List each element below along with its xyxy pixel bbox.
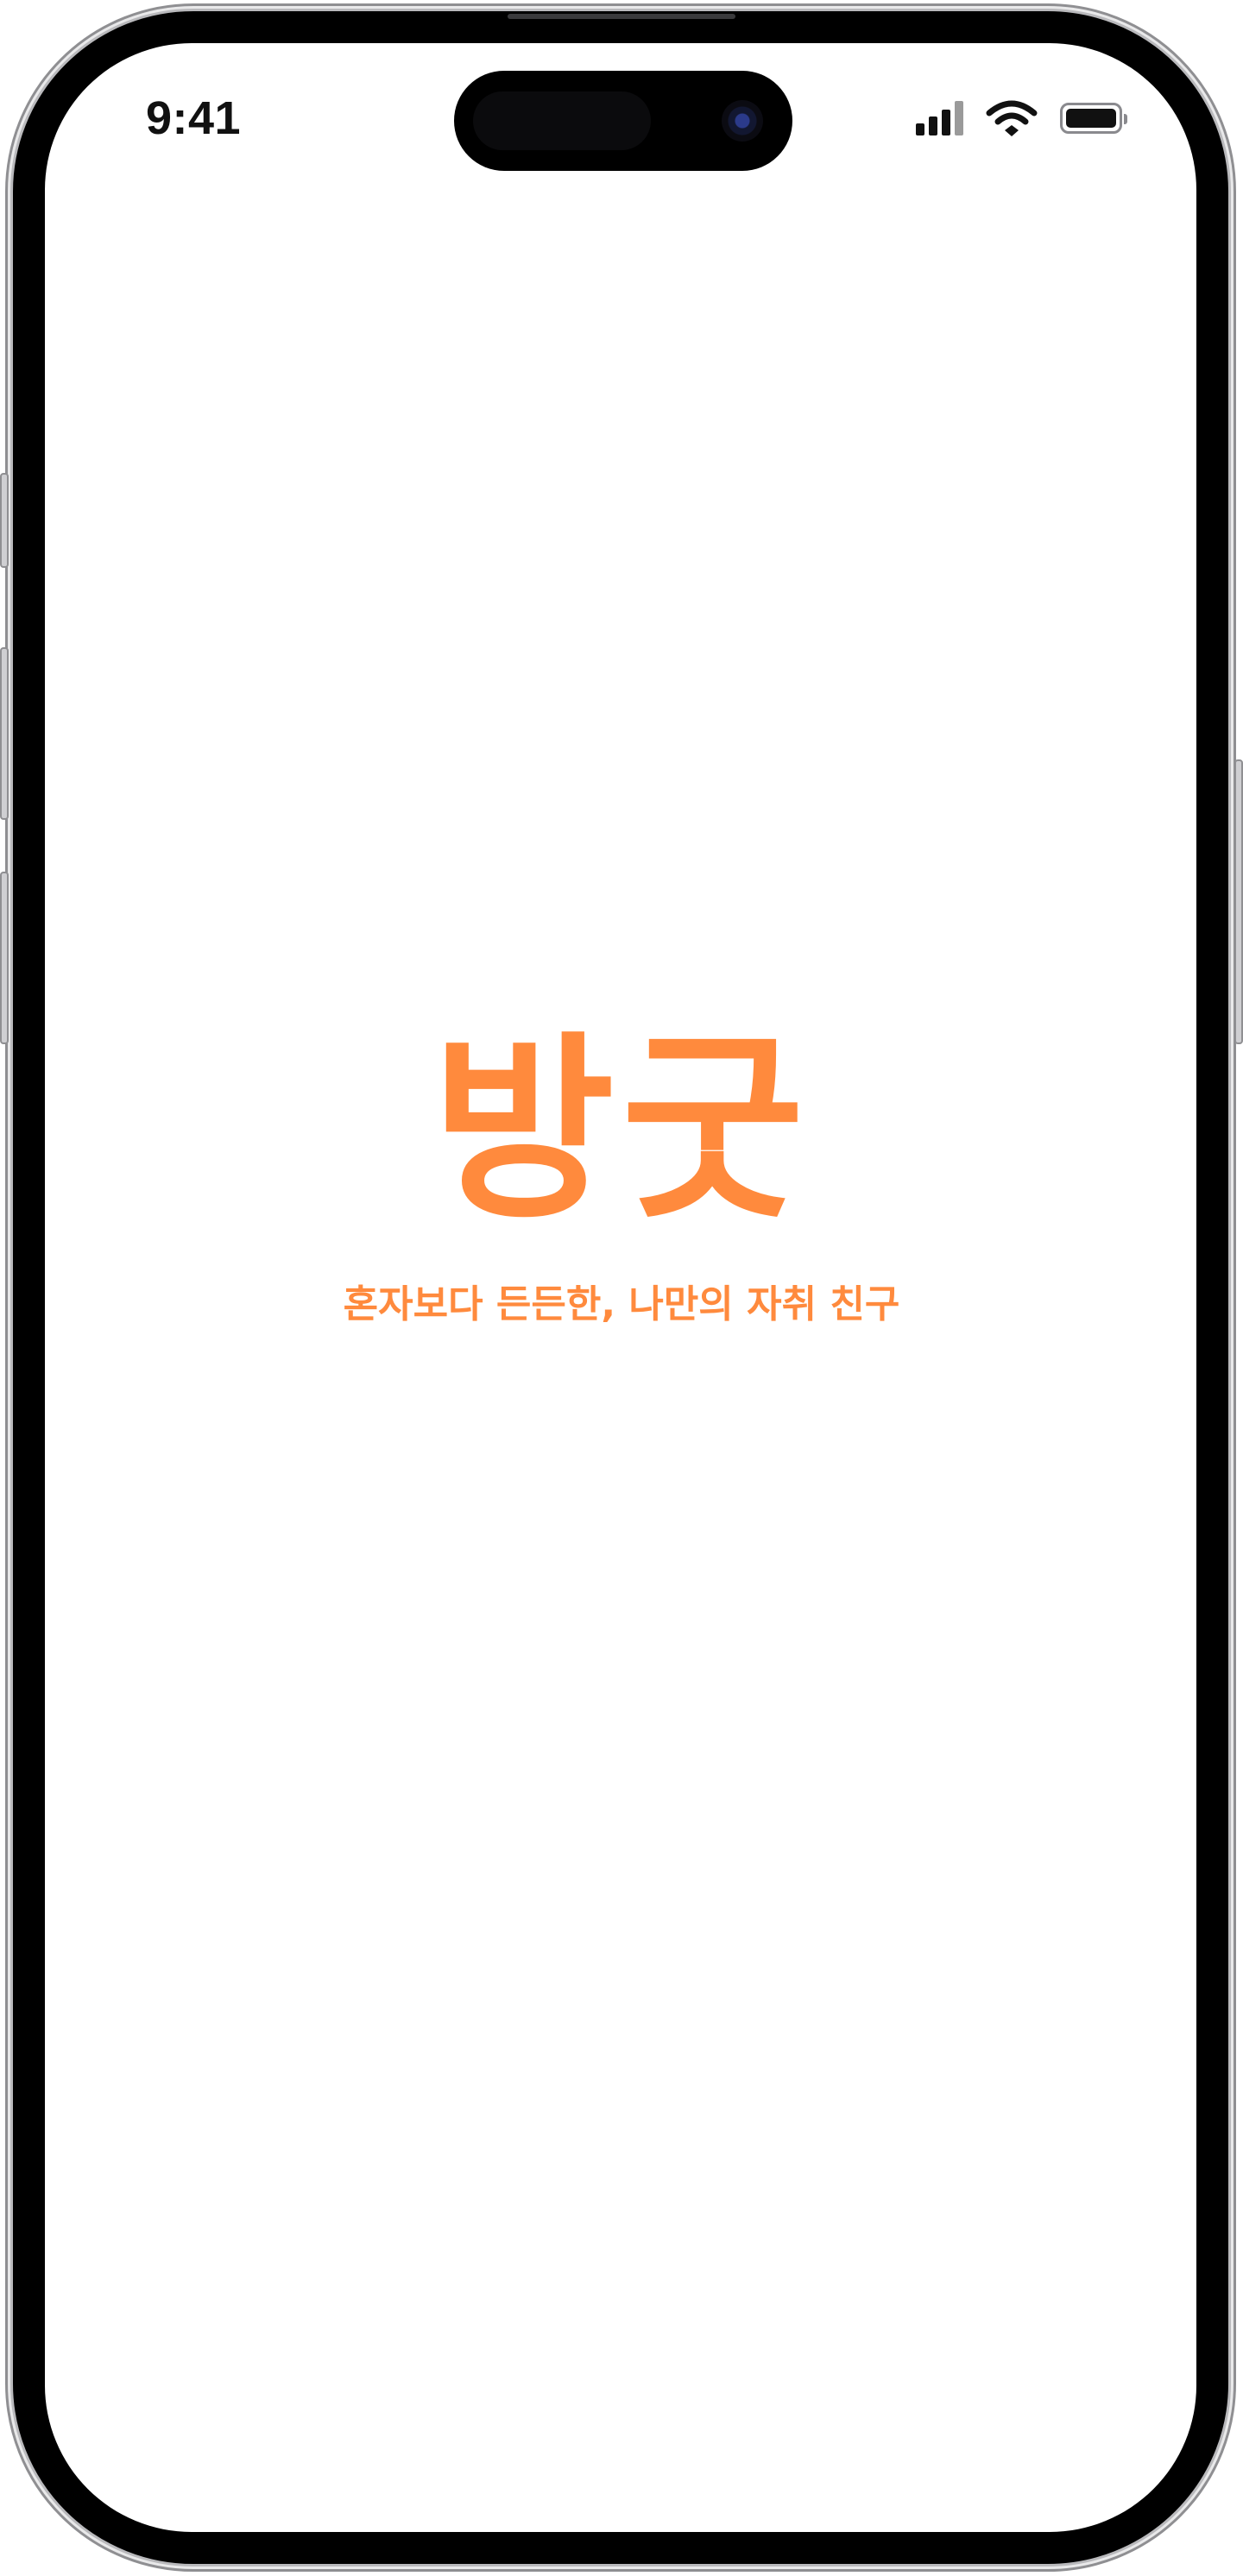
front-camera-icon [722,100,763,142]
dynamic-island [454,71,792,171]
volume-down-button [0,872,9,1044]
face-id-sensor [473,91,651,150]
speaker-grille [508,14,735,19]
battery-icon [1060,103,1127,134]
app-logo: 방굿 [432,1016,811,1246]
power-button [1234,759,1243,1044]
status-icons [916,97,1127,140]
status-time: 9:41 [145,92,242,144]
action-button [0,473,9,568]
wifi-icon [986,100,1038,136]
cellular-signal-icon [916,101,963,135]
device-mockup: 9:41 방굿 혼자보다 든든한, 나만의 자취 친구 [0,0,1243,2576]
app-tagline: 혼자보다 든든한, 나만의 자취 친구 [343,1282,900,1326]
volume-up-button [0,647,9,820]
